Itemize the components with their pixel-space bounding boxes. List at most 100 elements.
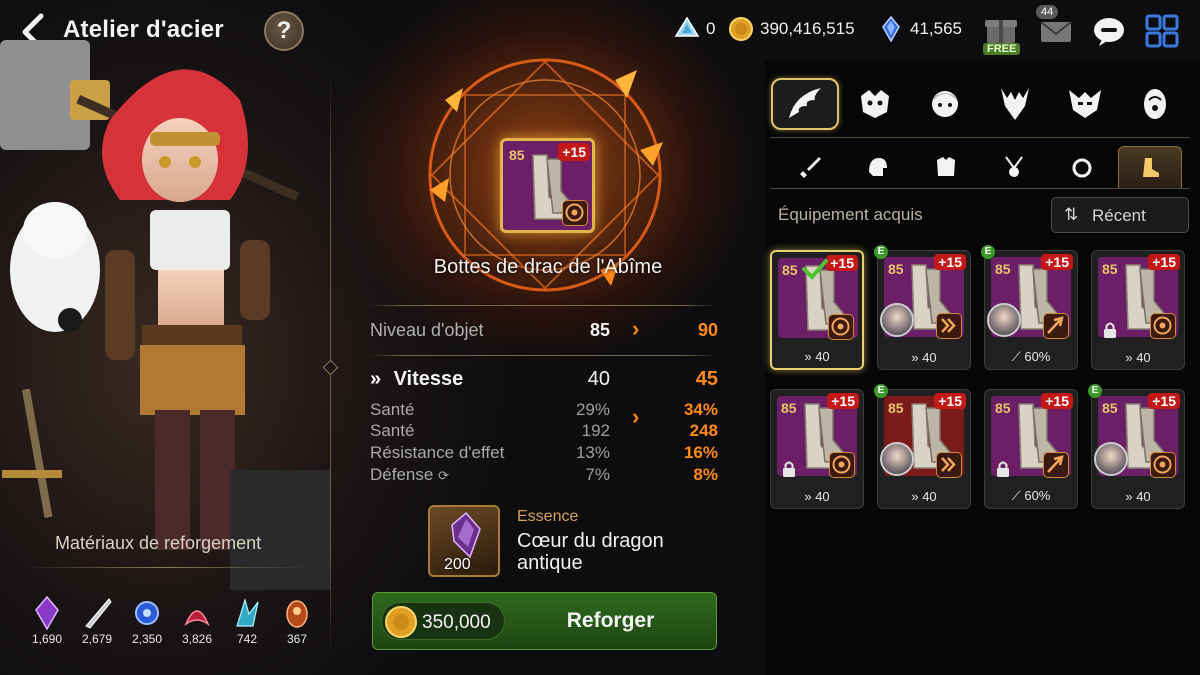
- skystone-value: 0: [706, 19, 716, 38]
- skystone-counter[interactable]: 0: [674, 16, 715, 42]
- material-item[interactable]: 742: [222, 596, 272, 646]
- enhance-badge: +15: [558, 143, 590, 161]
- skystone-icon: [674, 16, 700, 37]
- equipment-main-stat: » 40: [878, 350, 970, 365]
- silver-blade-icon: [85, 598, 112, 629]
- item-level-old: 85: [589, 320, 610, 340]
- red-dragon-scale-icon: [184, 610, 210, 627]
- sub-stat-row: Santé 29% 34%: [370, 400, 720, 422]
- enhance-badge: +15: [1041, 254, 1073, 270]
- checkmark-icon: [802, 259, 828, 280]
- equipment-card[interactable]: 85 +15 » 40: [1091, 250, 1185, 370]
- girl-face-icon: [932, 91, 958, 117]
- demon-mask-icon: [1069, 90, 1101, 118]
- material-item[interactable]: 3,826: [172, 596, 222, 646]
- item-level-new: 90: [697, 320, 718, 340]
- tab-slot-helmet[interactable]: [846, 146, 910, 188]
- enhance-badge: +15: [1148, 393, 1180, 409]
- tab-slot-weapon[interactable]: [778, 146, 842, 188]
- item-level: 85: [509, 147, 525, 163]
- sub-stat-new: 16%: [683, 443, 718, 462]
- essence-slot[interactable]: 200: [428, 505, 500, 577]
- critical-stat-icon: ⟋: [1011, 488, 1021, 503]
- material-item[interactable]: 2,679: [72, 596, 122, 646]
- deer-skull-icon: [1001, 88, 1029, 120]
- equipment-card[interactable]: 85 +15 E » 40: [1088, 384, 1185, 509]
- equipment-main-stat: » 40: [772, 349, 862, 364]
- enhance-badge: +15: [827, 393, 859, 409]
- material-item[interactable]: 367: [272, 596, 322, 646]
- critical-set-icon: [1047, 455, 1064, 473]
- tab-category-soul-weaver[interactable]: [1121, 78, 1189, 130]
- main-stat-old: 40: [587, 368, 610, 390]
- menu-grid-icon[interactable]: [1143, 12, 1181, 50]
- material-count: 742: [236, 632, 258, 646]
- category-divider: [770, 137, 1190, 138]
- equipped-badge: E: [981, 245, 995, 259]
- reforge-cost-value: 350,000: [422, 612, 491, 633]
- equipment-level: 85: [1102, 400, 1118, 416]
- tab-slot-necklace[interactable]: [982, 146, 1046, 188]
- selected-item-frame[interactable]: 85 +15: [500, 138, 595, 233]
- set-emblem: [1150, 313, 1176, 339]
- equipment-card[interactable]: 85 +15 E » 40: [874, 384, 971, 509]
- hero-avatar: [880, 442, 914, 476]
- item-name: Bottes de drac de l'Abîme: [433, 256, 663, 278]
- speed-set-icon: [941, 457, 956, 472]
- tab-category-warrior[interactable]: [841, 78, 909, 130]
- ember-stone-icon: [286, 600, 308, 628]
- tab-category-all[interactable]: [771, 78, 839, 130]
- target-set-icon: [565, 203, 584, 222]
- tab-slot-ring[interactable]: [1050, 146, 1114, 188]
- material-item[interactable]: 2,350: [122, 596, 172, 646]
- main-stat-label: » Vitesse: [370, 368, 463, 391]
- center-divider: [368, 305, 718, 306]
- material-count: 2,679: [81, 632, 113, 646]
- material-item[interactable]: 1,690: [22, 596, 72, 646]
- equipment-card[interactable]: 85 +15 » 40: [770, 389, 864, 509]
- tab-category-knight[interactable]: [911, 78, 979, 130]
- equipment-level: 85: [995, 400, 1011, 416]
- equipment-card[interactable]: 85 +15 ⟋ 60%: [984, 389, 1078, 509]
- set-emblem: [1150, 452, 1176, 478]
- hero-avatar: [987, 303, 1021, 337]
- tab-category-mage[interactable]: [1051, 78, 1119, 130]
- equipment-level: 85: [781, 400, 797, 416]
- reforge-button[interactable]: 350,000 Reforger: [372, 592, 717, 650]
- tab-category-thief[interactable]: [981, 78, 1049, 130]
- materials-divider: [20, 567, 310, 568]
- sub-stat-new: 8%: [693, 465, 718, 484]
- speed-stat-icon: »: [1125, 489, 1133, 504]
- spirit-mask-icon: [1144, 89, 1166, 119]
- hero-avatar: [1094, 442, 1128, 476]
- helmet-icon: [869, 158, 887, 176]
- tab-slot-boots[interactable]: [1118, 146, 1182, 188]
- equipped-badge: E: [874, 384, 888, 398]
- equipment-card[interactable]: 85 +15 E ⟋ 60%: [981, 245, 1078, 370]
- gold-counter[interactable]: 390,416,515: [728, 16, 855, 42]
- equipment-main-stat: » 40: [771, 489, 863, 504]
- essence-name: Cœur du dragon antique: [517, 530, 664, 574]
- lock-icon: [783, 461, 795, 477]
- critical-set-icon: [1047, 316, 1064, 334]
- set-emblem: [936, 313, 962, 339]
- equipment-card[interactable]: 85 +15 E » 40: [874, 245, 971, 370]
- necklace-icon: [1005, 156, 1023, 177]
- equipment-card[interactable]: 85 +15 » 40: [770, 250, 864, 370]
- equipment-main-stat: » 40: [1092, 489, 1184, 504]
- sub-stat-new: 248: [689, 421, 718, 440]
- crystal-counter[interactable]: 41,565: [878, 16, 962, 42]
- sort-icon: ⇅: [1064, 205, 1079, 224]
- tab-slot-armor[interactable]: [914, 146, 978, 188]
- sort-label: Récent: [1092, 206, 1146, 225]
- chat-icon[interactable]: [1090, 12, 1128, 50]
- cyan-claw-icon: [236, 597, 259, 627]
- sort-dropdown[interactable]: ⇅ Récent: [1051, 197, 1189, 233]
- speed-set-icon: [941, 318, 956, 333]
- target-set-icon: [1153, 316, 1172, 335]
- sub-stat-label: Santé: [370, 400, 415, 419]
- boots-slot-icon: [1143, 157, 1159, 177]
- crystal-value: 41,565: [910, 19, 962, 38]
- equipment-stat-value: 40: [815, 489, 830, 504]
- main-stat-name: Vitesse: [393, 368, 464, 390]
